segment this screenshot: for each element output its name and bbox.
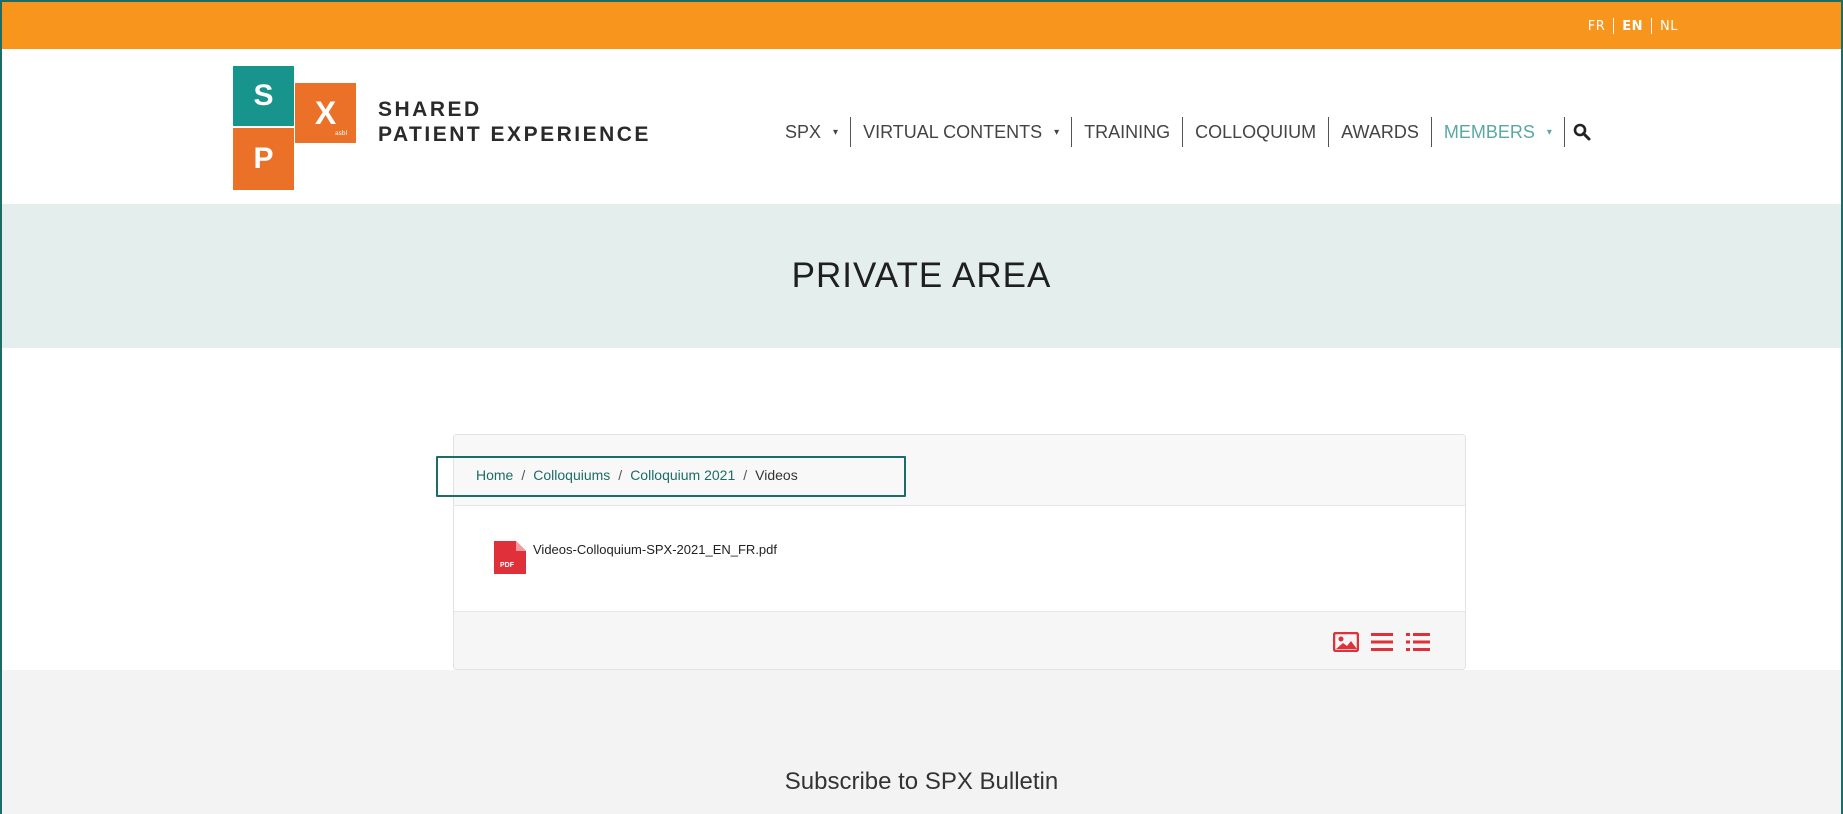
main-nav: SPX ▾ VIRTUAL CONTENTS ▾ TRAINING COLLOQ… (785, 115, 1603, 149)
nav-label: COLLOQUIUM (1195, 121, 1317, 142)
view-options (1333, 629, 1431, 655)
logo-tile-s: S (233, 66, 294, 126)
breadcrumb-highlight-box (436, 456, 906, 497)
brand-line-2: PATIENT EXPERIENCE (378, 123, 651, 146)
view-toolbar (454, 612, 1465, 669)
file-list: PDF Videos-Colloquium-SPX-2021_EN_FR.pdf (454, 506, 1465, 612)
nav-item-colloquium[interactable]: COLLOQUIUM (1183, 122, 1328, 143)
brand-name[interactable]: SHARED PATIENT EXPERIENCE (378, 97, 651, 147)
nav-label: MEMBERS (1443, 121, 1535, 142)
language-switcher: FR EN NL (1588, 18, 1678, 34)
logo-asbl: asbl (335, 130, 348, 137)
page-banner: PRIVATE AREA (0, 204, 1843, 348)
detail-list-view-icon[interactable] (1405, 629, 1431, 655)
caret-down-icon: ▾ (1054, 126, 1060, 138)
nav-label: VIRTUAL CONTENTS (863, 121, 1043, 142)
site-footer: Subscribe to SPX Bulletin (0, 670, 1843, 814)
lang-en[interactable]: EN (1622, 19, 1643, 34)
nav-item-awards[interactable]: AWARDS (1329, 122, 1431, 143)
nav-label: SPX (785, 121, 822, 142)
brand-line-1: SHARED (378, 98, 482, 121)
nav-item-spx[interactable]: SPX ▾ (785, 122, 850, 143)
lang-nl[interactable]: NL (1660, 19, 1678, 34)
pdf-icon: PDF (494, 541, 526, 574)
file-name: Videos-Colloquium-SPX-2021_EN_FR.pdf (533, 542, 777, 557)
top-bar: FR EN NL (0, 0, 1843, 49)
spx-logo[interactable]: S X P asbl (233, 66, 357, 190)
file-item[interactable]: PDF Videos-Colloquium-SPX-2021_EN_FR.pdf (494, 541, 777, 574)
list-view-icon[interactable] (1369, 629, 1395, 655)
caret-down-icon: ▾ (833, 126, 839, 138)
lang-separator (1651, 18, 1653, 34)
nav-item-members[interactable]: MEMBERS ▾ (1432, 122, 1564, 143)
logo-tile-p: P (233, 128, 294, 190)
search-button[interactable] (1565, 123, 1603, 141)
nav-label: AWARDS (1341, 121, 1419, 142)
lang-separator (1613, 18, 1615, 34)
lang-fr[interactable]: FR (1588, 19, 1606, 34)
page-title: PRIVATE AREA (791, 256, 1052, 295)
nav-item-training[interactable]: TRAINING (1072, 122, 1182, 143)
nav-label: TRAINING (1084, 121, 1171, 142)
subscribe-heading[interactable]: Subscribe to SPX Bulletin (0, 768, 1843, 796)
nav-item-virtual-contents[interactable]: VIRTUAL CONTENTS ▾ (851, 122, 1071, 143)
site-header: S X P asbl SHARED PATIENT EXPERIENCE SPX… (0, 49, 1843, 204)
search-icon (1573, 123, 1591, 141)
caret-down-icon: ▾ (1546, 126, 1552, 138)
image-view-icon[interactable] (1333, 629, 1359, 655)
file-type-label: PDF (500, 562, 514, 569)
